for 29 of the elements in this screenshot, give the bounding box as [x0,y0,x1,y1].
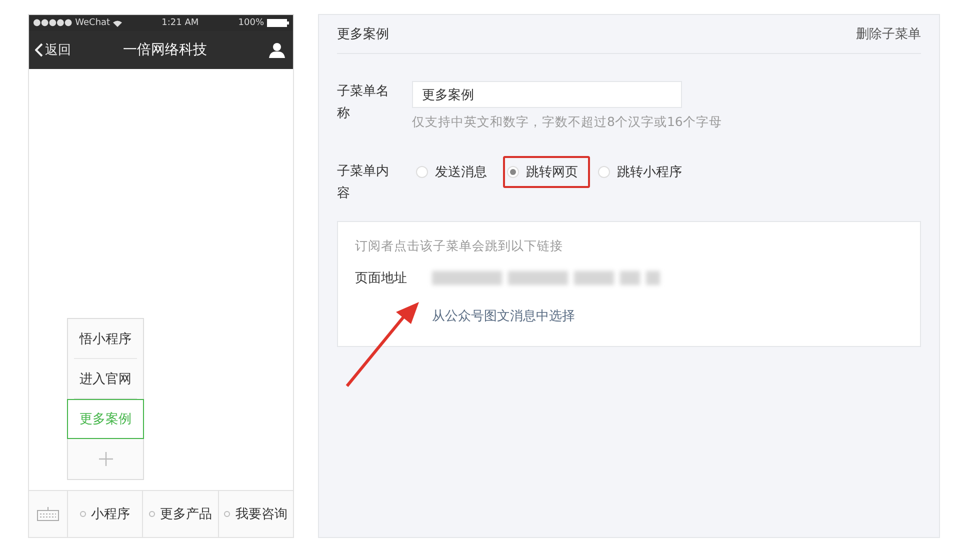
back-icon [35,43,43,57]
dot-icon [148,511,155,517]
chat-title: 一倍网络科技 [123,41,207,59]
submenu-title: 更多案例 [337,26,389,43]
plus-icon [98,452,112,466]
back-button[interactable]: 返回 [35,41,71,59]
menu-item[interactable]: 小程序 [68,491,144,537]
hint-text: 仅支持中英文和数字，字数不超过8个汉字或16个字母 [412,114,722,131]
field-label: 子菜单内容 [337,163,390,203]
radio-option[interactable]: 发送消息 [412,156,499,188]
address-label: 页面地址 [355,270,408,287]
radio-option[interactable]: 跳转网页 [503,156,590,188]
carrier-name: ●●●●● WeChat [33,18,110,28]
person-icon[interactable] [269,42,285,58]
delete-link[interactable]: 删除子菜单 [856,25,921,43]
menu-item[interactable]: 我要咨询 [218,491,293,537]
field-label: 子菜单名称 [337,83,390,123]
submenu-item[interactable]: 悟小程序 [74,319,137,359]
battery-percent: 100% [238,18,264,28]
status-time: 1:21 AM [162,18,199,28]
intro-text: 订阅者点击该子菜单会跳到以下链接 [355,238,564,255]
name-input[interactable]: 更多案例 [412,81,682,108]
menu-item[interactable]: 更多产品 [143,491,219,537]
dot-icon [224,511,230,517]
select-link[interactable]: 从公众号图文消息中选择 [432,307,903,325]
radio-option[interactable]: 跳转小程序 [594,156,694,188]
dot-icon [80,511,86,517]
wifi-icon [113,20,122,26]
battery-icon [267,19,289,27]
